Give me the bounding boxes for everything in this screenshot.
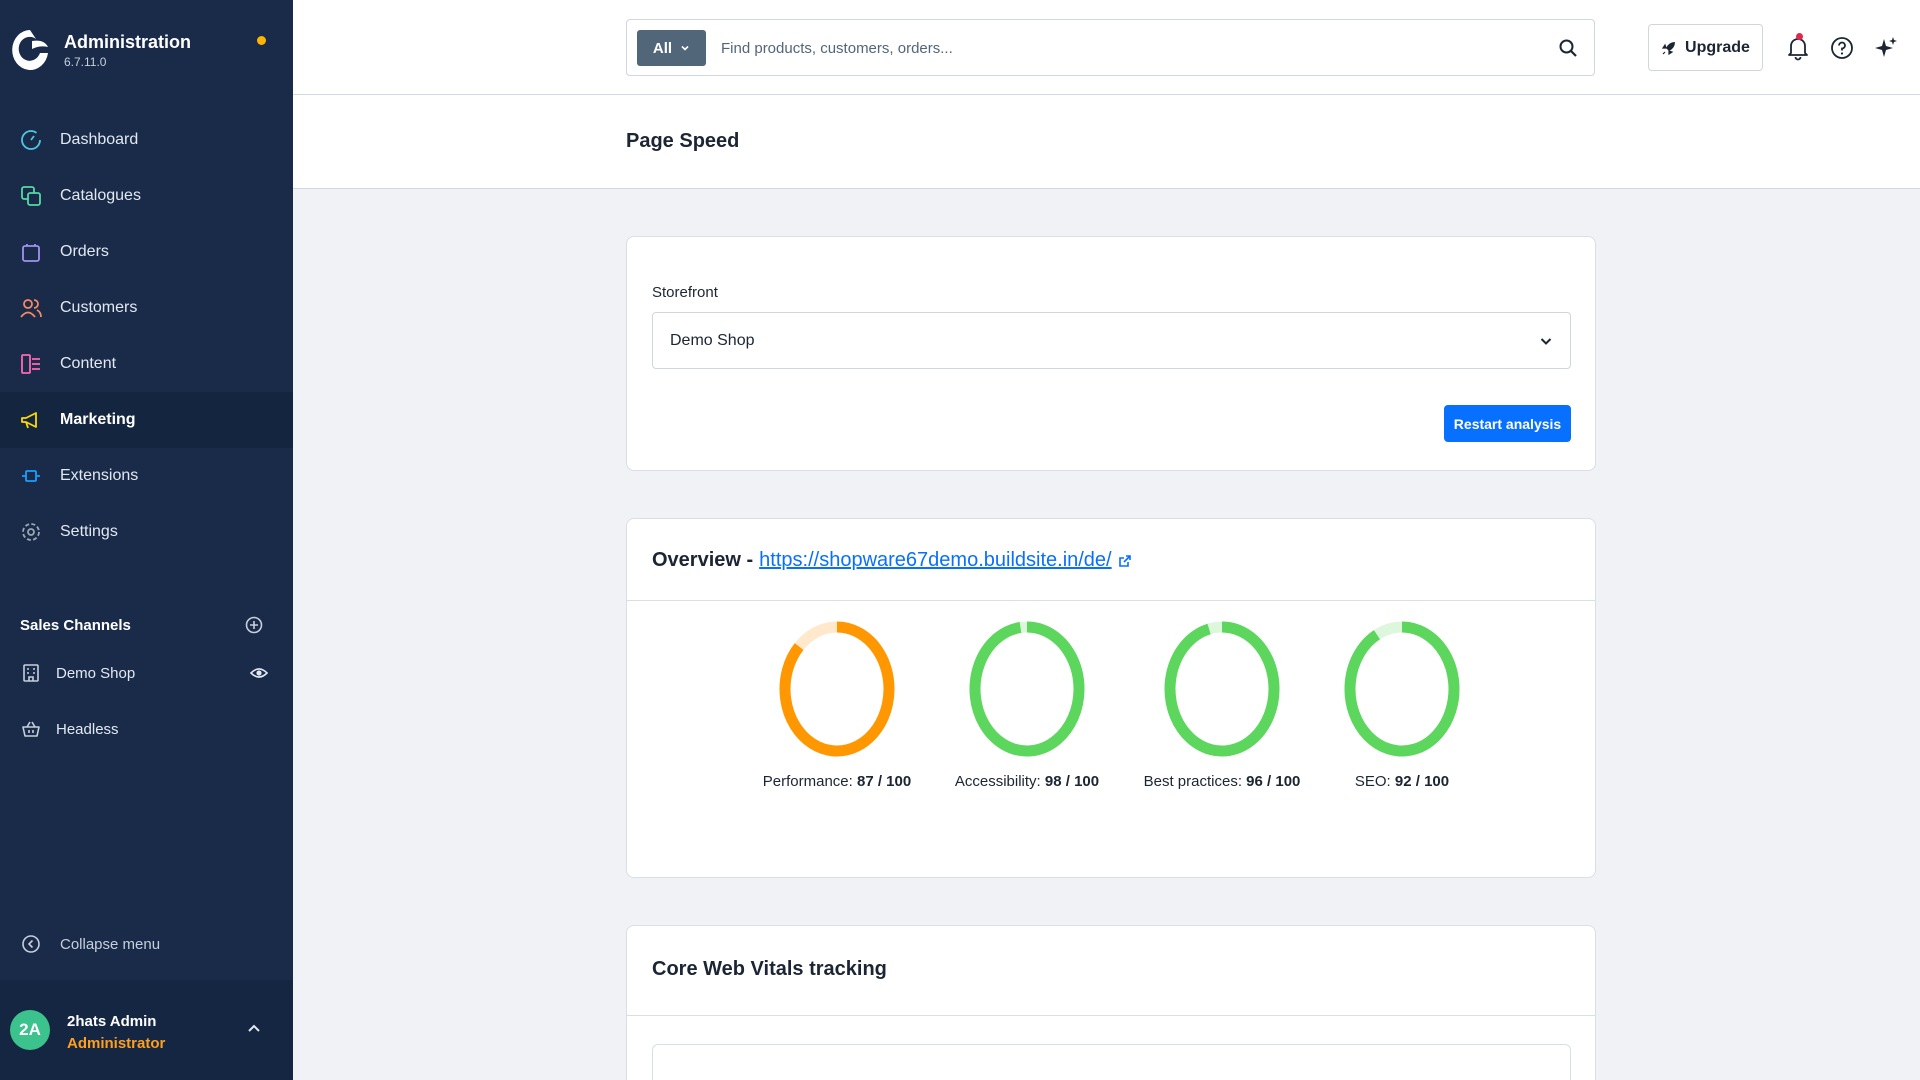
eye-icon[interactable] bbox=[249, 663, 269, 683]
chevron-down-icon bbox=[1540, 338, 1552, 345]
sidebar-item-dashboard[interactable]: Dashboard bbox=[0, 112, 293, 168]
main-nav: Dashboard Catalogues Orders Customers Co… bbox=[0, 112, 293, 560]
add-circle-icon[interactable] bbox=[245, 616, 263, 634]
chevron-down-icon bbox=[681, 45, 689, 51]
seo-ring-arc bbox=[1344, 621, 1460, 757]
user-role: Administrator bbox=[67, 1035, 166, 1052]
accessibility-label: Accessibility: 98 / 100 bbox=[955, 773, 1099, 790]
seo-gauge-ring bbox=[1344, 621, 1460, 757]
sidebar-item-label: Extensions bbox=[60, 467, 139, 484]
upgrade-button[interactable]: Upgrade bbox=[1648, 24, 1763, 71]
accessibility-name: Accessibility: bbox=[954, 773, 1041, 790]
performance-score: 87 / 100 bbox=[857, 773, 912, 790]
shopware-logo-icon[interactable] bbox=[10, 27, 50, 73]
accessibility-gauge-ring bbox=[969, 621, 1085, 757]
sidebar-item-settings[interactable]: Settings bbox=[0, 504, 293, 560]
app-title: Administration bbox=[64, 32, 192, 52]
search-input[interactable] bbox=[721, 33, 1551, 63]
help-icon[interactable] bbox=[1829, 35, 1855, 61]
sales-channel-label: Headless bbox=[56, 720, 119, 738]
seo-score: 92 / 100 bbox=[1394, 773, 1450, 790]
sidebar-item-label: Content bbox=[60, 355, 117, 372]
search-icon[interactable] bbox=[1558, 38, 1578, 58]
upgrade-label: Upgrade bbox=[1685, 38, 1750, 56]
sales-channel-label: Demo Shop bbox=[56, 664, 136, 682]
top-bar: All Upgrade bbox=[293, 0, 1920, 95]
accessibility-score: 98 / 100 bbox=[1044, 773, 1100, 790]
avatar: 2A bbox=[10, 1010, 50, 1050]
settings-icon bbox=[20, 521, 42, 543]
storefront-icon bbox=[20, 662, 42, 684]
notification-badge bbox=[1796, 33, 1803, 40]
page-title: Page Speed bbox=[626, 130, 740, 152]
page-header: Page Speed bbox=[293, 95, 1920, 189]
sidebar-item-marketing[interactable]: Marketing bbox=[0, 392, 293, 448]
sidebar: Administration 6.7.11.0 Dashboard Catalo… bbox=[0, 0, 293, 1080]
overview-title-text: Overview - bbox=[652, 549, 754, 571]
performance-gauge-ring bbox=[779, 621, 895, 757]
core-web-vitals-header: Core Web Vitals tracking bbox=[627, 926, 1595, 1016]
overview-url-link[interactable]: https://shopware67demo.buildsite.in/de/ bbox=[759, 549, 1111, 572]
status-dot bbox=[257, 36, 266, 45]
performance-name: Performance: bbox=[762, 773, 853, 790]
seo-label: SEO: 92 / 100 bbox=[1355, 773, 1449, 790]
sidebar-item-content[interactable]: Content bbox=[0, 336, 293, 392]
extensions-icon bbox=[20, 465, 42, 487]
chevron-up-icon[interactable] bbox=[246, 1020, 262, 1036]
overview-title: Overview - https://shopware67demo.builds… bbox=[652, 549, 1132, 572]
catalogue-icon bbox=[20, 185, 42, 207]
best-practices-score: 96 / 100 bbox=[1246, 773, 1301, 790]
dashboard-icon bbox=[20, 129, 42, 151]
marketing-icon bbox=[20, 409, 42, 431]
chevron-left-circle-icon bbox=[20, 933, 42, 955]
accessibility-ring-arc bbox=[969, 621, 1085, 757]
collapse-menu-button[interactable]: Collapse menu bbox=[20, 930, 160, 958]
sidebar-item-extensions[interactable]: Extensions bbox=[0, 448, 293, 504]
sales-channel-demo-shop[interactable]: Demo Shop bbox=[20, 653, 273, 693]
orders-icon bbox=[20, 241, 42, 263]
overview-header: Overview - https://shopware67demo.builds… bbox=[627, 519, 1595, 601]
sales-channels-header: Sales Channels bbox=[20, 611, 263, 639]
sidebar-item-catalogues[interactable]: Catalogues bbox=[0, 168, 293, 224]
sidebar-item-orders[interactable]: Orders bbox=[0, 224, 293, 280]
storefront-card: Storefront Demo Shop Restart analysis bbox=[626, 236, 1596, 471]
best-practices-ring-arc bbox=[1164, 621, 1280, 757]
sidebar-item-label: Settings bbox=[60, 523, 118, 540]
core-web-vitals-card: Core Web Vitals tracking bbox=[626, 925, 1596, 1080]
global-search: All bbox=[626, 19, 1595, 76]
sidebar-item-customers[interactable]: Customers bbox=[0, 280, 293, 336]
performance-label: Performance: 87 / 100 bbox=[763, 773, 911, 790]
best-practices-name: Best practices: bbox=[1143, 773, 1242, 790]
sales-channel-headless[interactable]: Headless bbox=[20, 709, 273, 749]
search-type-dropdown[interactable]: All bbox=[637, 30, 706, 66]
basket-icon bbox=[20, 718, 42, 740]
restart-analysis-button[interactable]: Restart analysis bbox=[1444, 405, 1571, 442]
user-name: 2hats Admin bbox=[67, 1013, 157, 1030]
content-icon bbox=[20, 353, 42, 375]
collapse-menu-label: Collapse menu bbox=[60, 935, 161, 953]
app-version: 6.7.11.0 bbox=[64, 55, 107, 69]
best-practices-label: Best practices: 96 / 100 bbox=[1144, 773, 1301, 790]
storefront-label: Storefront bbox=[652, 284, 718, 301]
search-type-label: All bbox=[652, 39, 673, 57]
user-menu[interactable]: 2A 2hats Admin Administrator bbox=[0, 980, 293, 1080]
core-web-vitals-panel bbox=[652, 1044, 1571, 1080]
sidebar-item-label: Dashboard bbox=[60, 131, 139, 148]
brand-header: Administration 6.7.11.0 bbox=[0, 0, 293, 100]
storefront-select[interactable]: Demo Shop bbox=[652, 312, 1571, 369]
overview-card: Overview - https://shopware67demo.builds… bbox=[626, 518, 1596, 878]
rocket-icon bbox=[1661, 41, 1676, 55]
seo-name: SEO: bbox=[1354, 773, 1391, 790]
external-link-icon[interactable] bbox=[1118, 554, 1132, 568]
best-practices-gauge-ring bbox=[1164, 621, 1280, 757]
customers-icon bbox=[20, 297, 42, 319]
sidebar-item-label: Marketing bbox=[60, 411, 136, 428]
sidebar-item-label: Orders bbox=[60, 243, 109, 260]
core-web-vitals-title: Core Web Vitals tracking bbox=[652, 958, 887, 980]
sidebar-item-label: Catalogues bbox=[60, 187, 141, 204]
storefront-select-value: Demo Shop bbox=[670, 331, 755, 349]
sales-channels-title: Sales Channels bbox=[20, 616, 131, 634]
sparkle-ai-icon[interactable] bbox=[1873, 35, 1899, 61]
sidebar-item-label: Customers bbox=[60, 299, 138, 316]
